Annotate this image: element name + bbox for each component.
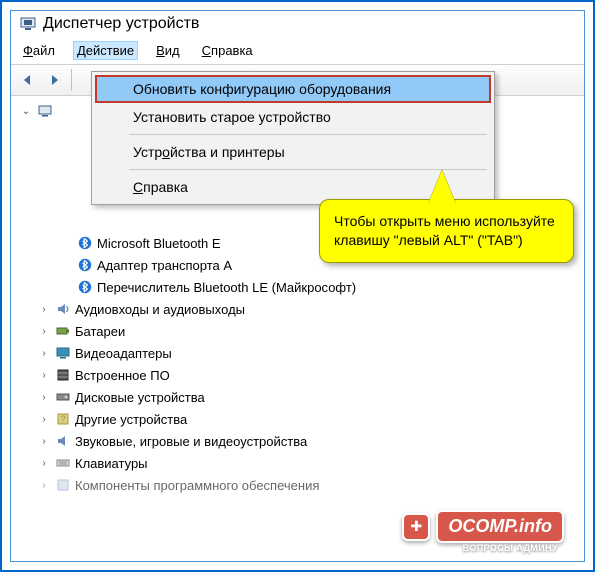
callout-text: Чтобы открыть меню используйте клавишу "… [334, 213, 555, 248]
back-button[interactable] [17, 69, 39, 91]
tree-category-row[interactable]: › Звуковые, игровые и видеоустройства [15, 430, 580, 452]
software-components-icon [54, 476, 72, 494]
dropdown-separator [129, 134, 487, 135]
battery-icon [54, 322, 72, 340]
menu-bar: Файл Действие Вид Справка [11, 39, 584, 64]
bluetooth-icon [76, 278, 94, 296]
tree-item-label: Звуковые, игровые и видеоустройства [75, 434, 307, 449]
menu-help-label: правка [211, 43, 253, 58]
tree-category-row[interactable]: › Аудиовходы и аудиовыходы [15, 298, 580, 320]
menu-action[interactable]: Действие [73, 41, 138, 60]
tree-item-label: Компоненты программного обеспечения [75, 478, 319, 493]
other-devices-icon: ? [54, 410, 72, 428]
expand-icon[interactable]: › [37, 304, 51, 315]
tree-item-label: Другие устройства [75, 412, 187, 427]
device-manager-window: Диспетчер устройств Файл Действие Вид Сп… [10, 10, 585, 562]
tree-category-row[interactable]: › Дисковые устройства [15, 386, 580, 408]
menu-scan-hardware[interactable]: Обновить конфигурацию оборудования [95, 75, 491, 103]
tree-category-row[interactable]: › Компоненты программного обеспечения [15, 474, 580, 496]
tree-category-row[interactable]: › Батареи [15, 320, 580, 342]
menu-file-label: айл [33, 43, 55, 58]
tree-category-row[interactable]: › Встроенное ПО [15, 364, 580, 386]
tree-category-row[interactable]: › Клавиатуры [15, 452, 580, 474]
tree-bluetooth-item[interactable]: Перечислитель Bluetooth LE (Майкрософт) [15, 276, 580, 298]
watermark-badge: OCOMP.info ВОПРОСЫ АДМИНУ [436, 510, 564, 543]
expand-icon[interactable]: › [37, 436, 51, 447]
toolbar-separator [71, 69, 72, 91]
expand-icon[interactable]: › [37, 458, 51, 469]
dd-label: Устройства и принтеры [133, 144, 285, 160]
watermark: ✚ OCOMP.info ВОПРОСЫ АДМИНУ [402, 510, 564, 543]
tree-item-label: Клавиатуры [75, 456, 148, 471]
audio-icon [54, 300, 72, 318]
svg-text:?: ? [60, 414, 65, 424]
tree-item-label: Microsoft Bluetooth E [97, 236, 221, 251]
expand-icon[interactable]: › [37, 392, 51, 403]
title-bar: Диспетчер устройств [11, 11, 584, 39]
tree-item-label: Адаптер транспорта A [97, 258, 232, 273]
tree-item-label: Аудиовходы и аудиовыходы [75, 302, 245, 317]
menu-file[interactable]: Файл [19, 41, 59, 60]
disk-icon [54, 388, 72, 406]
menu-add-legacy[interactable]: Установить старое устройство [95, 103, 491, 131]
hint-callout: Чтобы открыть меню используйте клавишу "… [319, 199, 574, 263]
expand-icon[interactable]: › [37, 326, 51, 337]
expand-icon[interactable]: › [37, 480, 51, 491]
watermark-sub: ВОПРОСЫ АДМИНУ [463, 543, 558, 553]
tree-category-row[interactable]: › ? Другие устройства [15, 408, 580, 430]
menu-action-label: ействие [86, 43, 134, 58]
computer-icon [36, 102, 54, 120]
firmware-icon [54, 366, 72, 384]
expand-icon[interactable]: › [37, 414, 51, 425]
window-title: Диспетчер устройств [43, 15, 199, 33]
tree-category-row[interactable]: › Видеоадаптеры [15, 342, 580, 364]
display-adapter-icon [54, 344, 72, 362]
watermark-icon: ✚ [402, 513, 430, 541]
expand-icon[interactable]: › [37, 370, 51, 381]
sound-icon [54, 432, 72, 450]
menu-devices-printers[interactable]: Устройства и принтеры [95, 138, 491, 166]
tree-item-label: Дисковые устройства [75, 390, 205, 405]
tree-item-label: Перечислитель Bluetooth LE (Майкрософт) [97, 280, 356, 295]
forward-button[interactable] [43, 69, 65, 91]
collapse-icon[interactable]: ⌄ [19, 106, 33, 117]
tree-item-label: Батареи [75, 324, 125, 339]
watermark-main: OCOMP.info [448, 516, 552, 536]
bluetooth-icon [76, 234, 94, 252]
keyboard-icon [54, 454, 72, 472]
tree-item-label: Встроенное ПО [75, 368, 170, 383]
device-manager-icon [19, 15, 37, 33]
menu-view-label: ид [165, 43, 180, 58]
dd-label: Обновить конфигурацию оборудования [133, 81, 391, 97]
menu-view[interactable]: Вид [152, 41, 184, 60]
dd-label: Установить старое устройство [133, 109, 331, 125]
menu-help[interactable]: Справка [198, 41, 257, 60]
tree-item-label: Видеоадаптеры [75, 346, 172, 361]
bluetooth-icon [76, 256, 94, 274]
dd-label: Справка [133, 179, 188, 195]
expand-icon[interactable]: › [37, 348, 51, 359]
